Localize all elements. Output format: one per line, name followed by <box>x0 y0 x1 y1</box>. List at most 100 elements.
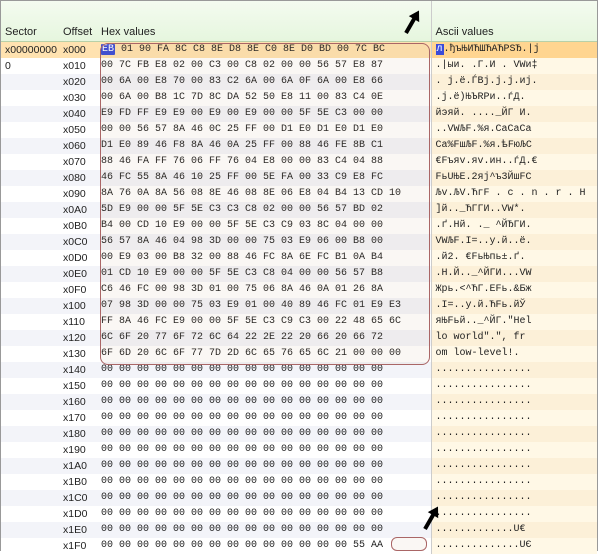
table-row[interactable]: x16000 00 00 00 00 00 00 00 00 00 00 00 … <box>1 394 597 410</box>
hex-cell[interactable]: 00 6A 00 B8 1C 7D 8C DA 52 50 E8 11 00 8… <box>97 90 431 106</box>
table-row[interactable]: x1E000 00 00 00 00 00 00 00 00 00 00 00 … <box>1 522 597 538</box>
hex-cell[interactable]: 00 6A 00 E8 70 00 83 C2 6A 00 6A 0F 6A 0… <box>97 74 431 90</box>
hex-cell[interactable]: 00 00 00 00 00 00 00 00 00 00 00 00 00 0… <box>97 410 431 426</box>
hex-cell[interactable]: 00 00 00 00 00 00 00 00 00 00 00 00 00 0… <box>97 538 431 554</box>
table-row[interactable]: x040E9 FD FF E9 E9 00 E9 00 E9 00 00 5F … <box>1 106 597 122</box>
table-row[interactable]: x10007 98 3D 00 00 75 03 E9 01 00 40 89 … <box>1 298 597 314</box>
table-row[interactable]: x0F0C6 46 FC 00 98 3D 01 00 75 06 8A 46 … <box>1 282 597 298</box>
table-row[interactable]: x1306F 6D 20 6C 6F 77 7D 2D 6C 65 76 65 … <box>1 346 597 362</box>
hex-cell[interactable]: B4 00 CD 10 E9 00 00 5F 5E C3 C9 03 8C 0… <box>97 218 431 234</box>
hex-cell[interactable]: 00 00 00 00 00 00 00 00 00 00 00 00 00 0… <box>97 426 431 442</box>
table-row[interactable]: x060D1 E0 89 46 F8 8A 46 0A 25 FF 00 88 … <box>1 138 597 154</box>
hex-cell[interactable]: 00 00 00 00 00 00 00 00 00 00 00 00 00 0… <box>97 490 431 506</box>
table-row[interactable]: x1C000 00 00 00 00 00 00 00 00 00 00 00 … <box>1 490 597 506</box>
ascii-cell[interactable]: lo world".", fr <box>431 330 597 346</box>
ascii-cell[interactable]: .Н.Й.._^ЙГИ...VW <box>431 266 597 282</box>
ascii-cell[interactable]: .I=..у.й.ЋFь.йЎ <box>431 298 597 314</box>
table-row[interactable]: x0E001 CD 10 E9 00 00 5F 5E C3 C8 04 00 … <box>1 266 597 282</box>
ascii-cell[interactable]: ]й.._ЋГГИ..VW*. <box>431 202 597 218</box>
ascii-cell[interactable]: ................ <box>431 362 597 378</box>
hex-cell[interactable]: EB 01 90 FA 8C C8 8E D8 8E C0 8E D0 BD 0… <box>97 41 431 58</box>
ascii-cell[interactable]: ................ <box>431 490 597 506</box>
ascii-cell[interactable]: ..............UЄ <box>431 538 597 554</box>
hex-cell[interactable]: 07 98 3D 00 00 75 03 E9 01 00 40 89 46 F… <box>97 298 431 314</box>
header-offset[interactable]: Offset <box>59 1 97 41</box>
hex-cell[interactable]: 5D E9 00 00 5F 5E C3 C3 C8 02 00 00 56 5… <box>97 202 431 218</box>
ascii-cell[interactable]: om low-level!. <box>431 346 597 362</box>
ascii-cell[interactable]: ................ <box>431 426 597 442</box>
table-row[interactable]: 0x01000 7C FB E8 02 00 C3 00 C8 02 00 00… <box>1 58 597 74</box>
ascii-cell[interactable]: Љv.ЉV.ЋгF . с . n . r . Н <box>431 186 597 202</box>
ascii-cell[interactable]: .j.ё)ЊЪRPи..ѓД. <box>431 90 597 106</box>
ascii-cell[interactable]: .............U€ <box>431 522 597 538</box>
table-row[interactable]: x19000 00 00 00 00 00 00 00 00 00 00 00 … <box>1 442 597 458</box>
hex-cell[interactable]: 00 00 00 00 00 00 00 00 00 00 00 00 00 0… <box>97 522 431 538</box>
ascii-cell[interactable]: Жрь.<^ЋГ.ЕFь.&Бж <box>431 282 597 298</box>
ascii-cell[interactable]: €Fъяv.яv.ин..ѓД.€ <box>431 154 597 170</box>
ascii-cell[interactable]: ................ <box>431 394 597 410</box>
table-row[interactable]: x1A000 00 00 00 00 00 00 00 00 00 00 00 … <box>1 458 597 474</box>
header-sector[interactable]: Sector <box>1 1 59 41</box>
table-row[interactable]: x0A05D E9 00 00 5F 5E C3 C3 C8 02 00 00 … <box>1 202 597 218</box>
hex-cell[interactable]: 6C 6F 20 77 6F 72 6C 64 22 2E 22 20 66 2… <box>97 330 431 346</box>
table-row[interactable]: x14000 00 00 00 00 00 00 00 00 00 00 00 … <box>1 362 597 378</box>
hex-cell[interactable]: 46 FC 55 8A 46 10 25 FF 00 5E FA 00 33 C… <box>97 170 431 186</box>
ascii-cell[interactable]: FьUЊЕ.2яj^ъ3ЙшFC <box>431 170 597 186</box>
ascii-cell[interactable]: .ґ.Нй. ._ ^ЙЂГИ. <box>431 218 597 234</box>
ascii-cell[interactable]: .й2. €FьЊпь±.ґ. <box>431 250 597 266</box>
hex-cell[interactable]: 00 00 00 00 00 00 00 00 00 00 00 00 00 0… <box>97 442 431 458</box>
table-row[interactable]: x0D000 E9 03 00 B8 32 00 88 46 FC 8A 6E … <box>1 250 597 266</box>
hex-cell[interactable]: 88 46 FA FF 76 06 FF 76 04 E8 00 00 83 C… <box>97 154 431 170</box>
ascii-cell[interactable]: Са%FшЉF.%я.ᲇFюЉС <box>431 138 597 154</box>
table-row[interactable]: x0B0B4 00 CD 10 E9 00 00 5F 5E C3 C9 03 … <box>1 218 597 234</box>
ascii-cell[interactable]: . j.ё.ЃВj.j.j.иj. <box>431 74 597 90</box>
table-row[interactable]: x05000 00 56 57 8A 46 0C 25 FF 00 D1 E0 … <box>1 122 597 138</box>
table-row[interactable]: x110FF 8A 46 FC E9 00 00 5F 5E C3 C9 C3 … <box>1 314 597 330</box>
hex-cell[interactable]: 00 00 00 00 00 00 00 00 00 00 00 00 00 0… <box>97 362 431 378</box>
ascii-cell[interactable]: йэяй. ...._ЙГ И. <box>431 106 597 122</box>
table-row[interactable]: x0908A 76 0A 8A 56 08 8E 46 08 8E 06 E8 … <box>1 186 597 202</box>
table-row[interactable]: x17000 00 00 00 00 00 00 00 00 00 00 00 … <box>1 410 597 426</box>
header-hex[interactable]: Hex values <box>97 1 431 41</box>
hex-cell[interactable]: 00 00 00 00 00 00 00 00 00 00 00 00 00 0… <box>97 474 431 490</box>
hex-cell[interactable]: C6 46 FC 00 98 3D 01 00 75 06 8A 46 0A 0… <box>97 282 431 298</box>
ascii-cell[interactable]: яЊFьй.._^ЙГ."Hel <box>431 314 597 330</box>
hex-cell[interactable]: 00 00 00 00 00 00 00 00 00 00 00 00 00 0… <box>97 506 431 522</box>
table-row[interactable]: x1B000 00 00 00 00 00 00 00 00 00 00 00 … <box>1 474 597 490</box>
ascii-cell[interactable]: ................ <box>431 458 597 474</box>
ascii-cell[interactable]: л.ђъЊИЋШЋАЋРSЂ.|ј <box>431 41 597 58</box>
table-row[interactable]: x00000000x000EB 01 90 FA 8C C8 8E D8 8E … <box>1 41 597 58</box>
table-row[interactable]: x02000 6A 00 E8 70 00 83 C2 6A 00 6A 0F … <box>1 74 597 90</box>
hex-cell[interactable]: 6F 6D 20 6C 6F 77 7D 2D 6C 65 76 65 6C 2… <box>97 346 431 362</box>
hex-cell[interactable]: 00 00 00 00 00 00 00 00 00 00 00 00 00 0… <box>97 378 431 394</box>
ascii-cell[interactable]: ..VWЉF.%я.СаСаСа <box>431 122 597 138</box>
ascii-cell[interactable]: ................ <box>431 410 597 426</box>
hex-cell[interactable]: 00 00 56 57 8A 46 0C 25 FF 00 D1 E0 D1 E… <box>97 122 431 138</box>
hex-cell[interactable]: 56 57 8A 46 04 98 3D 00 00 75 03 E9 06 0… <box>97 234 431 250</box>
table-row[interactable]: x15000 00 00 00 00 00 00 00 00 00 00 00 … <box>1 378 597 394</box>
hex-cell[interactable]: 8A 76 0A 8A 56 08 8E 46 08 8E 06 E8 04 B… <box>97 186 431 202</box>
hex-cell[interactable]: 00 00 00 00 00 00 00 00 00 00 00 00 00 0… <box>97 458 431 474</box>
hex-cell[interactable]: D1 E0 89 46 F8 8A 46 0A 25 FF 00 88 46 F… <box>97 138 431 154</box>
table-row[interactable]: x18000 00 00 00 00 00 00 00 00 00 00 00 … <box>1 426 597 442</box>
table-row[interactable]: x1D000 00 00 00 00 00 00 00 00 00 00 00 … <box>1 506 597 522</box>
table-row[interactable]: x03000 6A 00 B8 1C 7D 8C DA 52 50 E8 11 … <box>1 90 597 106</box>
table-row[interactable]: x1F000 00 00 00 00 00 00 00 00 00 00 00 … <box>1 538 597 554</box>
header-ascii[interactable]: Ascii values <box>431 1 597 41</box>
hex-cell[interactable]: FF 8A 46 FC E9 00 00 5F 5E C3 C9 C3 00 2… <box>97 314 431 330</box>
ascii-cell[interactable]: VWЉF.I=..у.й..ё. <box>431 234 597 250</box>
hex-cell[interactable]: 00 E9 03 00 B8 32 00 88 46 FC 8A 6E FC B… <box>97 250 431 266</box>
hex-cell[interactable]: 00 00 00 00 00 00 00 00 00 00 00 00 00 0… <box>97 394 431 410</box>
ascii-cell[interactable]: ................ <box>431 442 597 458</box>
table-row[interactable]: x08046 FC 55 8A 46 10 25 FF 00 5E FA 00 … <box>1 170 597 186</box>
hex-cell[interactable]: 01 CD 10 E9 00 00 5F 5E C3 C8 04 00 00 5… <box>97 266 431 282</box>
ascii-cell[interactable]: ................ <box>431 506 597 522</box>
table-row[interactable]: x07088 46 FA FF 76 06 FF 76 04 E8 00 00 … <box>1 154 597 170</box>
table-row[interactable]: x0C056 57 8A 46 04 98 3D 00 00 75 03 E9 … <box>1 234 597 250</box>
hex-cell[interactable]: 00 7C FB E8 02 00 C3 00 C8 02 00 00 56 5… <box>97 58 431 74</box>
ascii-cell[interactable]: .|ыи. .Г.И . VWи‡ <box>431 58 597 74</box>
hex-cell[interactable]: E9 FD FF E9 E9 00 E9 00 E9 00 00 5F 5E C… <box>97 106 431 122</box>
ascii-cell[interactable]: ................ <box>431 378 597 394</box>
ascii-cell[interactable]: ................ <box>431 474 597 490</box>
table-row[interactable]: x1206C 6F 20 77 6F 72 6C 64 22 2E 22 20 … <box>1 330 597 346</box>
